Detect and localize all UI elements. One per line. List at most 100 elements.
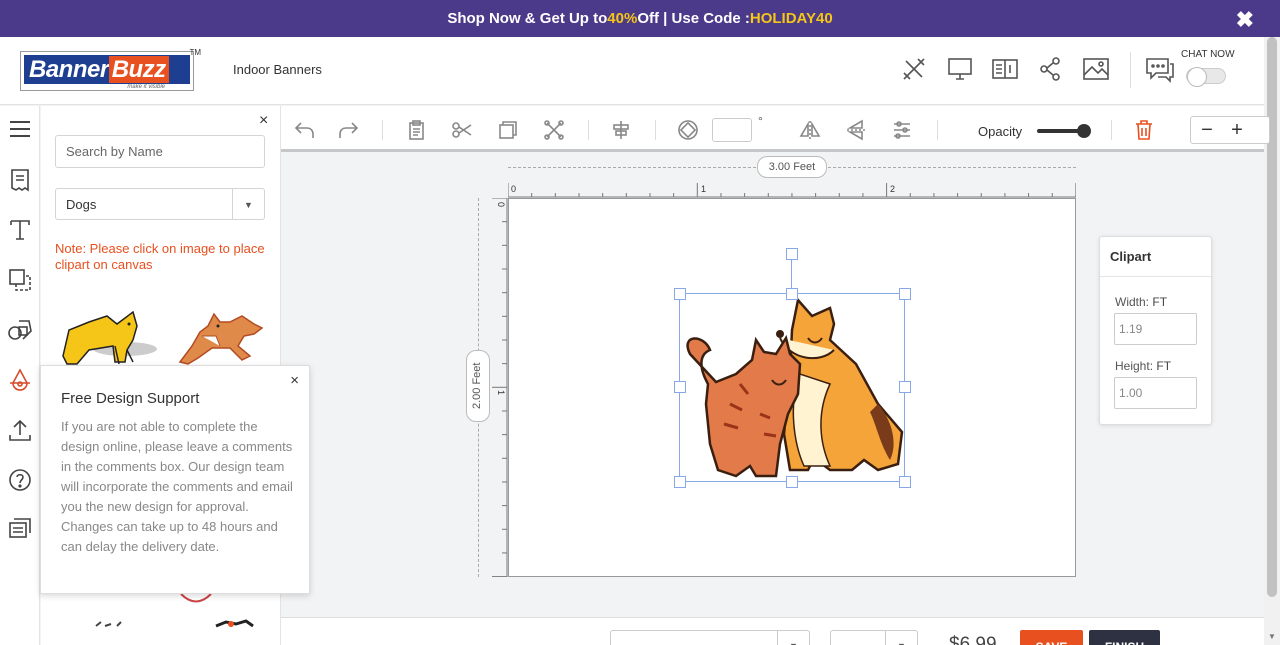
flip-vertical-icon[interactable]	[845, 119, 867, 141]
template-icon[interactable]	[7, 167, 33, 193]
width-label: Width: FT	[1115, 295, 1167, 309]
width-input[interactable]	[1114, 313, 1197, 345]
left-icon-bar	[0, 106, 40, 645]
height-input[interactable]	[1114, 377, 1197, 409]
adjust-sliders-icon[interactable]	[891, 119, 913, 141]
toolbar-separator	[937, 120, 938, 140]
resize-handle-w[interactable]	[674, 381, 686, 393]
quantity-select[interactable]: ▼	[610, 630, 810, 645]
resize-handle-se[interactable]	[899, 476, 911, 488]
resize-handle-e[interactable]	[899, 381, 911, 393]
align-center-icon[interactable]	[610, 119, 632, 141]
duplicate-icon[interactable]	[497, 119, 519, 141]
promo-percent: 40%	[607, 10, 638, 27]
toolbar-separator	[655, 120, 656, 140]
trash-icon[interactable]	[1133, 119, 1155, 141]
resize-handle-sw[interactable]	[674, 476, 686, 488]
zoom-in-button[interactable]: +	[1223, 119, 1251, 141]
share-icon[interactable]	[1036, 55, 1064, 83]
category-value: Dogs	[66, 197, 97, 212]
toolbar-separator	[588, 120, 589, 140]
canvas-height-pill: 2.00 Feet	[466, 350, 490, 422]
clipart-icon[interactable]	[7, 367, 33, 393]
placement-note: Note: Please click on image to place cli…	[55, 241, 265, 272]
rotate-handle[interactable]	[786, 248, 798, 260]
product-name: Indoor Banners	[233, 62, 322, 77]
logo-tm: TM	[189, 48, 201, 57]
text-icon[interactable]	[7, 217, 33, 243]
clipart-properties-panel: Clipart Width: FT Height: FT	[1099, 236, 1212, 425]
ruler-left-label-1: 1	[496, 390, 506, 395]
flip-horizontal-icon[interactable]	[799, 119, 821, 141]
clipart-panel-title: Clipart	[1100, 237, 1211, 277]
scroll-down-icon[interactable]: ▼	[1268, 632, 1276, 641]
comments-icon[interactable]	[7, 517, 33, 543]
shapes-icon[interactable]	[7, 317, 33, 343]
opacity-slider[interactable]	[1037, 124, 1091, 138]
clipart-thumb-partial-3[interactable]	[211, 618, 261, 645]
category-select[interactable]: Dogs ▼	[55, 188, 265, 220]
chevron-down-icon: ▼	[885, 631, 917, 645]
width-label-text: Width:	[1115, 295, 1150, 309]
chevron-down-icon: ▼	[777, 631, 809, 645]
logo-banner-text: Banner	[29, 56, 109, 83]
ruler-left-label-0: 0	[496, 202, 506, 207]
rotate-icon[interactable]	[677, 119, 699, 141]
clipart-thumb-fox[interactable]	[55, 306, 160, 368]
toolbar-separator	[1111, 120, 1112, 140]
support-body: If you are not able to complete the desi…	[61, 419, 293, 554]
chat-toggle-knob	[1187, 67, 1207, 87]
rotation-angle-input[interactable]	[712, 118, 752, 142]
save-button[interactable]: SAVE	[1020, 630, 1083, 645]
ruler-left: 0 1	[490, 197, 508, 578]
chevron-down-icon: ▼	[232, 189, 264, 219]
search-input[interactable]	[55, 135, 265, 168]
width-unit: FT	[1152, 295, 1168, 309]
zoom-out-button[interactable]: −	[1193, 119, 1221, 141]
height-label-text: Height:	[1115, 359, 1154, 373]
ruler-top: 0 1 2	[507, 181, 1077, 198]
ruler-top-label-0: 0	[511, 184, 516, 194]
background-icon[interactable]	[7, 267, 33, 293]
book-info-icon[interactable]	[991, 55, 1019, 83]
chat-icon[interactable]	[1144, 55, 1176, 83]
clipart-thumb-dog-running[interactable]	[172, 306, 267, 368]
chat-now-label: CHAT NOW	[1181, 49, 1235, 60]
logo-tagline: make it visible	[127, 84, 165, 90]
support-title: Free Design Support	[61, 390, 200, 407]
image-icon[interactable]	[1082, 55, 1110, 83]
opacity-slider-knob[interactable]	[1077, 124, 1091, 138]
design-tools-icon[interactable]	[900, 55, 928, 83]
upload-icon[interactable]	[7, 417, 33, 443]
resize-handle-n[interactable]	[786, 288, 798, 300]
price-label: $6.99	[949, 634, 997, 645]
resize-handle-nw[interactable]	[674, 288, 686, 300]
finish-button[interactable]: FINISH	[1089, 630, 1160, 645]
canvas-height-label: 2.00 Feet	[471, 362, 483, 409]
promo-close-icon[interactable]: ✖	[1236, 7, 1254, 33]
resize-handle-ne[interactable]	[899, 288, 911, 300]
logo[interactable]: Banner Buzz make it visible TM	[20, 48, 201, 91]
height-unit: FT	[1156, 359, 1172, 373]
edit-toolbar: ° Opacity − +	[281, 106, 1270, 152]
zoom-control: − +	[1190, 116, 1270, 144]
redo-icon[interactable]	[338, 119, 360, 141]
option-select[interactable]: ▼	[830, 630, 918, 645]
free-design-support-popover: × Free Design Support If you are not abl…	[40, 365, 310, 594]
delete-x-icon[interactable]	[543, 119, 565, 141]
degree-symbol: °	[758, 114, 763, 128]
help-icon[interactable]	[7, 467, 33, 493]
header-separator	[1130, 52, 1131, 88]
undo-icon[interactable]	[293, 119, 315, 141]
chat-toggle[interactable]	[1186, 67, 1226, 87]
support-close-icon[interactable]: ×	[290, 372, 299, 389]
preview-monitor-icon[interactable]	[946, 55, 974, 83]
resize-handle-s[interactable]	[786, 476, 798, 488]
menu-icon[interactable]	[7, 116, 33, 142]
ruler-top-label-1: 1	[701, 184, 706, 194]
panel-close-icon[interactable]: ×	[259, 112, 268, 130]
promo-bar: Shop Now & Get Up to 40% Off | Use Code …	[0, 0, 1280, 37]
cut-icon[interactable]	[451, 119, 473, 141]
clipart-thumb-partial-2[interactable]	[91, 618, 131, 645]
paste-icon[interactable]	[406, 119, 428, 141]
